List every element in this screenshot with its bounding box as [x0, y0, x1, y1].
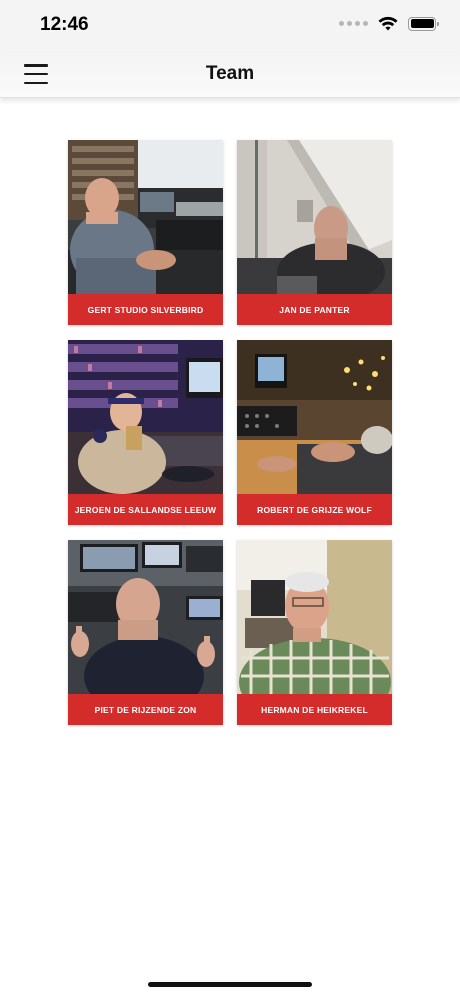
- battery-icon: [408, 16, 439, 31]
- team-member-photo: [237, 140, 392, 294]
- team-member-name: PIET DE RIJZENDE ZON: [68, 694, 223, 725]
- status-time: 12:46: [40, 14, 89, 35]
- status-bar: 12:46: [0, 0, 460, 52]
- team-member-photo: [68, 140, 223, 294]
- team-member-card[interactable]: GERT STUDIO SILVERBIRD: [68, 140, 223, 325]
- page-title: Team: [205, 63, 255, 84]
- team-member-card[interactable]: ROBERT DE GRIJZE WOLF: [237, 340, 392, 525]
- team-member-photo: [237, 340, 392, 494]
- team-member-card[interactable]: JAN DE PANTER: [237, 140, 392, 325]
- team-member-card[interactable]: JEROEN DE SALLANDSE LEEUW: [68, 340, 223, 525]
- team-screen: 12:46 Team GERT STUDIO SILVERBIRD JAN DE…: [0, 0, 460, 996]
- team-member-photo: [68, 340, 223, 494]
- team-grid: GERT STUDIO SILVERBIRD JAN DE PANTER JER…: [68, 140, 392, 725]
- status-icons: [339, 16, 439, 31]
- team-member-name: JAN DE PANTER: [237, 294, 392, 325]
- team-member-photo: [68, 540, 223, 694]
- team-member-name: GERT STUDIO SILVERBIRD: [68, 294, 223, 325]
- cellular-signal-icon: [339, 21, 368, 26]
- team-member-name: JEROEN DE SALLANDSE LEEUW: [68, 494, 223, 525]
- navigation-bar: Team: [0, 52, 460, 98]
- team-member-name: ROBERT DE GRIJZE WOLF: [237, 494, 392, 525]
- team-member-card[interactable]: PIET DE RIJZENDE ZON: [68, 540, 223, 725]
- team-member-name: HERMAN DE HEIKREKEL: [237, 694, 392, 725]
- team-member-card[interactable]: HERMAN DE HEIKREKEL: [237, 540, 392, 725]
- wifi-icon: [378, 16, 398, 31]
- home-indicator[interactable]: [148, 982, 312, 987]
- team-member-photo: [237, 540, 392, 694]
